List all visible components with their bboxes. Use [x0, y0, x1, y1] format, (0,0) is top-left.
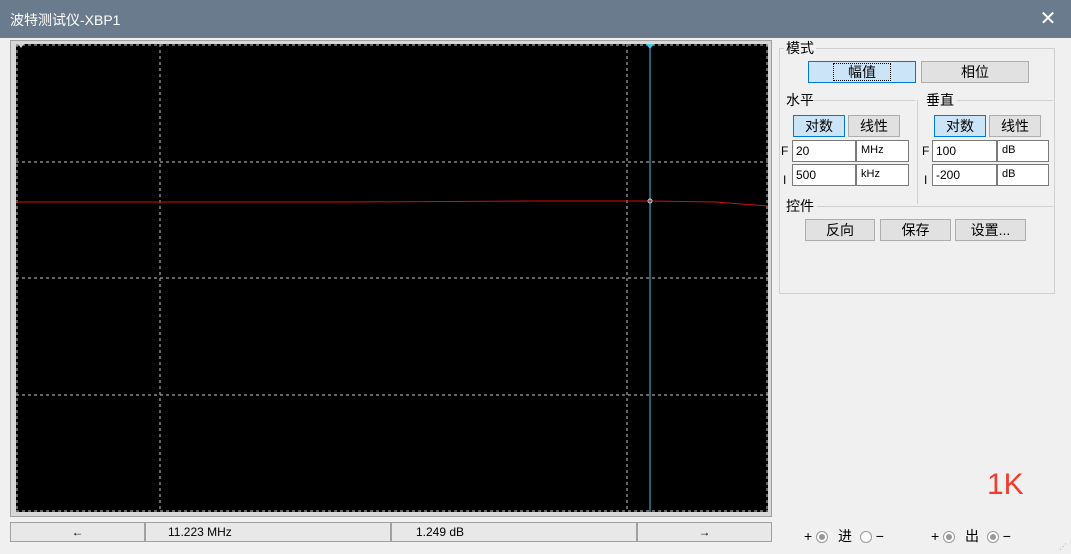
horizontal-log-button[interactable]: 对数 [793, 115, 845, 137]
frequency-readout: 11.223 MHz [145, 522, 391, 542]
title-bar[interactable]: 波特测试仪-XBP1 ✕ [0, 0, 1071, 38]
vertical-linear-button[interactable]: 线性 [989, 115, 1041, 137]
status-bar: ← 11.223 MHz 1.249 dB → [10, 522, 772, 544]
horizontal-initial-input[interactable]: 500 [792, 164, 856, 186]
group-separator [917, 100, 918, 204]
horizontal-initial-unit[interactable]: kHz [856, 164, 909, 186]
left-cursor-marker-icon[interactable] [18, 44, 24, 48]
input-plus-terminal[interactable] [816, 531, 829, 544]
output-minus-terminal[interactable] [986, 531, 999, 544]
magnitude-trace [16, 200, 768, 207]
horizontal-legend: 水平 [786, 92, 814, 108]
magnitude-readout: 1.249 dB [391, 522, 637, 542]
phase-button-label: 相位 [961, 64, 989, 80]
cursor-left-button[interactable]: ← [10, 522, 145, 542]
magnitude-button-label: 幅值 [833, 63, 891, 81]
arrow-right-icon: → [698, 525, 711, 539]
vertical-initial-input[interactable]: -200 [932, 164, 997, 186]
control-panel: 模式 幅值 相位 水平 对数 线性 F 20 MHz I 500 kHz 垂直 … [779, 38, 1055, 294]
horizontal-linear-button[interactable]: 线性 [848, 115, 900, 137]
vertical-log-button[interactable]: 对数 [934, 115, 986, 137]
horizontal-initial-label: I [783, 173, 787, 187]
output-terminals: + 出 − [931, 526, 1011, 546]
vertical-initial-unit[interactable]: dB [997, 164, 1049, 186]
vertical-divider [957, 100, 1053, 101]
output-plus-terminal[interactable] [943, 531, 956, 544]
bode-plot[interactable] [16, 44, 768, 512]
resize-grip-icon[interactable]: ⋰ [1059, 542, 1069, 552]
vertical-final-unit[interactable]: dB [997, 140, 1049, 162]
overlay-annotation: 1K [987, 468, 1024, 501]
output-plus-sign: + [931, 528, 940, 544]
cursor-right-button[interactable]: → [637, 522, 772, 542]
input-label: 进 [837, 528, 852, 544]
vertical-legend: 垂直 [926, 92, 954, 108]
input-terminals: + 进 − [804, 526, 884, 546]
arrow-left-icon: ← [71, 525, 84, 539]
close-icon[interactable]: ✕ [1025, 0, 1071, 38]
cursor-handle-icon[interactable] [646, 44, 654, 49]
horizontal-final-label: F [781, 144, 789, 158]
window-title: 波特测试仪-XBP1 [10, 12, 121, 28]
input-plus-sign: + [804, 528, 813, 544]
settings-button[interactable]: 设置... [955, 219, 1026, 241]
vertical-final-input[interactable]: 100 [932, 140, 997, 162]
mode-legend: 模式 [786, 40, 814, 56]
output-label: 出 [964, 528, 979, 544]
reverse-button[interactable]: 反向 [805, 219, 875, 241]
vertical-final-label: F [922, 144, 930, 158]
controls-divider [817, 206, 1053, 207]
horizontal-divider [813, 100, 915, 101]
grid [16, 44, 768, 512]
phase-button[interactable]: 相位 [921, 61, 1029, 83]
magnitude-button[interactable]: 幅值 [808, 61, 916, 83]
horizontal-final-unit[interactable]: MHz [856, 140, 909, 162]
horizontal-final-input[interactable]: 20 [792, 140, 856, 162]
output-minus-sign: − [1002, 528, 1011, 544]
input-minus-sign: − [875, 528, 884, 544]
vertical-initial-label: I [924, 173, 928, 187]
input-minus-terminal[interactable] [859, 531, 872, 544]
controls-legend: 控件 [786, 198, 814, 214]
save-button[interactable]: 保存 [880, 219, 951, 241]
plot-svg [16, 44, 768, 512]
